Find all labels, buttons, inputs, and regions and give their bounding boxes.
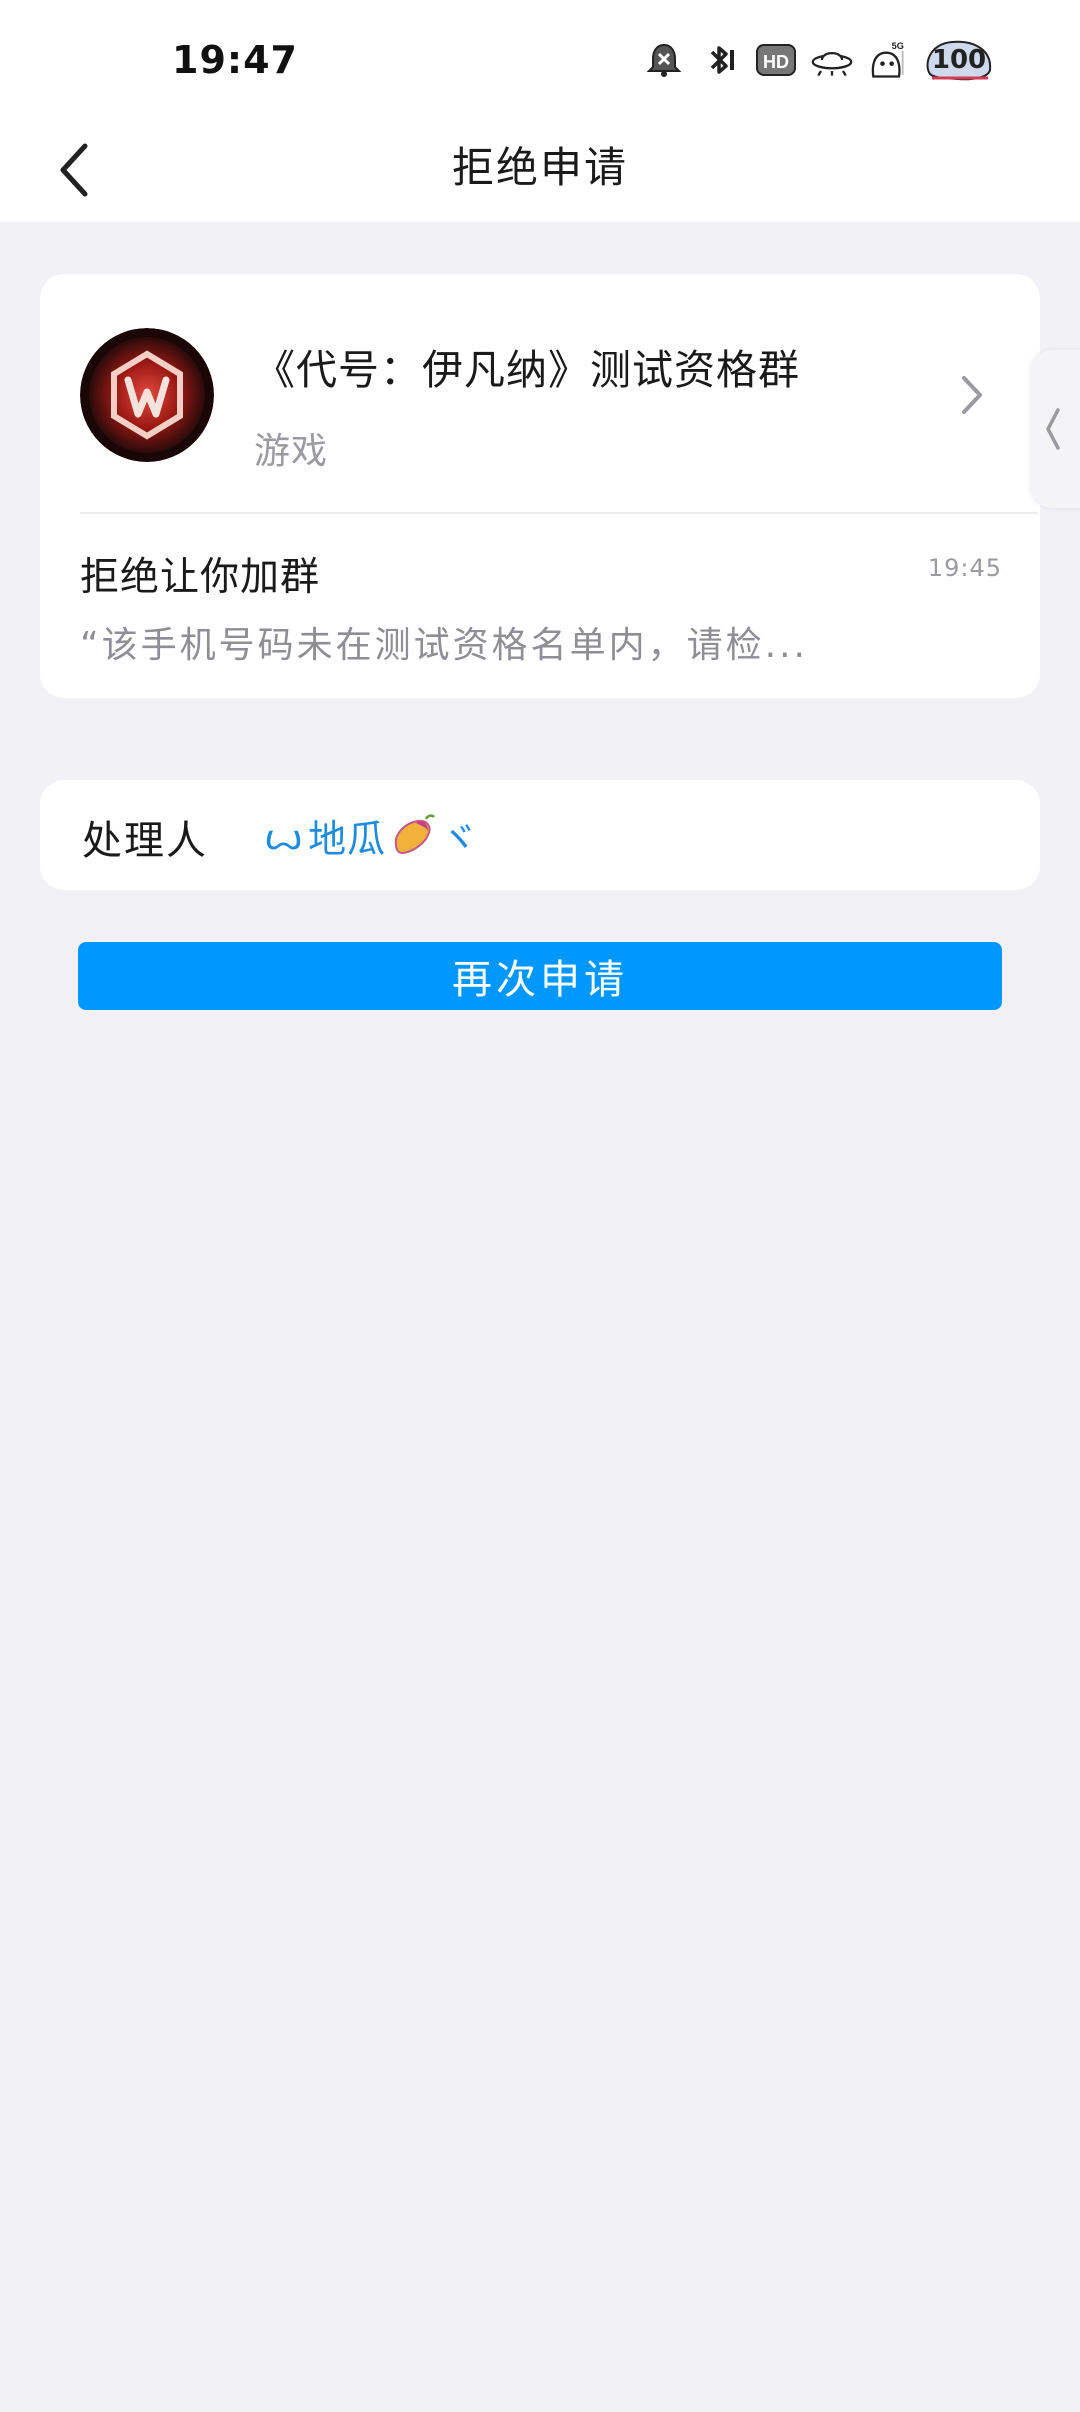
network-label: 5G [892, 41, 904, 51]
hd-icon: HD [754, 38, 798, 82]
handler-name: 地瓜 [308, 817, 387, 861]
handler-label: 处理人 [82, 818, 208, 864]
handler-card: 处理人 ꙍ 地瓜 ヾ [40, 780, 1040, 890]
battery-level: 100 [931, 45, 987, 75]
group-name: 《代号：伊凡纳》测试资格群 [254, 346, 800, 394]
page-title: 拒绝申请 [451, 143, 628, 192]
alarm-icon [642, 38, 686, 82]
group-card: 《代号：伊凡纳》测试资格群 游戏 拒绝让你加群 19:45 “该手机号码未在测试… [40, 274, 1040, 698]
bluetooth-icon [698, 38, 742, 82]
chevron-left-small-icon [1046, 408, 1060, 450]
rejection-time: 19:45 [927, 554, 1002, 582]
status-bar: 19:47 HD 5G 100 [0, 0, 1080, 120]
group-avatar [80, 328, 214, 462]
rejection-message: “该手机号码未在测试资格名单内，请检... [80, 625, 808, 666]
ufo-wifi-icon [810, 38, 854, 82]
handler-prefix: ꙍ [264, 813, 305, 858]
status-icons: HD 5G 100 [642, 36, 996, 84]
rejection-title: 拒绝让你加群 [80, 555, 321, 600]
reapply-button[interactable]: 再次申请 [78, 942, 1002, 1010]
handler-name-link[interactable]: ꙍ 地瓜 ヾ [264, 808, 479, 863]
group-category: 游戏 [254, 431, 329, 472]
cat-signal-icon: 5G [866, 38, 910, 82]
app-header: 拒绝申请 [0, 120, 1080, 222]
divider [80, 512, 1038, 514]
side-floating-tab[interactable] [1030, 350, 1080, 508]
handler-suffix: ヾ [440, 817, 480, 861]
hd-label: HD [763, 52, 789, 72]
battery-icon: 100 [922, 36, 996, 84]
status-time: 19:47 [172, 38, 298, 82]
chevron-right-icon [962, 376, 982, 414]
sweet-potato-icon [394, 813, 435, 854]
group-info-row[interactable]: 《代号：伊凡纳》测试资格群 游戏 [40, 274, 1040, 512]
